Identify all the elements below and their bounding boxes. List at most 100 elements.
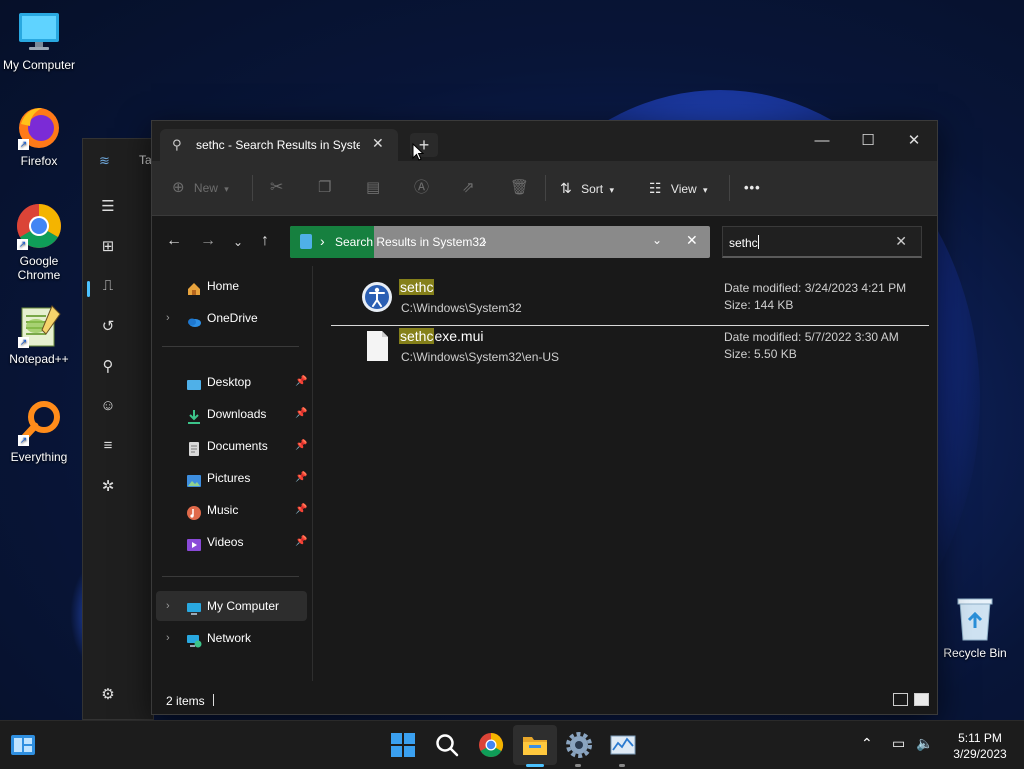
expand-chevron-icon[interactable]: › — [166, 303, 170, 333]
address-path[interactable]: Search Results in System32 — [335, 235, 486, 249]
pin-icon[interactable]: 📌 — [295, 527, 307, 557]
results-list: sethc C:\Windows\System32 Date modified:… — [313, 266, 937, 681]
more-options-button[interactable]: ••• — [744, 176, 761, 200]
large-icons-view-icon[interactable] — [914, 693, 929, 706]
chrome-icon[interactable] — [477, 731, 505, 759]
history-icon[interactable]: ↺ — [83, 317, 133, 335]
desktop-icon-everything[interactable]: ↗ Everything — [0, 400, 78, 464]
startup-icon[interactable]: ⚲ — [83, 357, 133, 375]
desktop-icon-chrome[interactable]: ↗ Google Chrome — [0, 202, 78, 282]
sidebar-item-pictures[interactable]: Pictures 📌 — [156, 463, 307, 493]
sidebar-item-label: Pictures — [207, 471, 251, 485]
background-window[interactable]: ≋ Ta ☰ ⊞ ⎍ ↺ ⚲ ☺ ≡ ✲ ⚙ — [82, 138, 154, 720]
forward-arrow-icon[interactable]: → — [200, 232, 216, 250]
pin-icon[interactable]: 📌 — [295, 463, 307, 493]
users-icon[interactable]: ☺ — [83, 397, 133, 414]
address-dropdown-icon[interactable]: ⌄ — [652, 233, 662, 247]
performance-icon[interactable]: ⎍ — [83, 277, 133, 294]
videos-icon — [186, 534, 202, 551]
breadcrumb-chevron-icon: › — [320, 233, 325, 249]
settings-gear-icon[interactable] — [565, 731, 593, 759]
network-monitor-icon[interactable]: ▭ — [892, 735, 905, 752]
rename-icon[interactable]: Ⓐ — [414, 176, 429, 200]
delete-icon[interactable]: 🗑 — [510, 176, 529, 200]
show-hidden-icons-chevron-icon[interactable]: ⌃ — [861, 735, 873, 752]
view-list-icon: ☷ — [649, 180, 662, 196]
widgets-icon[interactable] — [9, 731, 37, 759]
desktop-icon-recycle-bin[interactable]: Recycle Bin — [936, 596, 1014, 660]
title-bar[interactable]: ⚲ sethc - Search Results in Syste ✕ + — … — [152, 121, 937, 161]
hamburger-menu-icon[interactable]: ☰ — [83, 197, 133, 215]
pin-icon[interactable]: 📌 — [295, 431, 307, 461]
tab-close-icon[interactable]: ✕ — [372, 135, 384, 152]
clear-search-icon[interactable]: ✕ — [895, 233, 907, 250]
sidebar-separator — [162, 576, 299, 577]
up-arrow-icon[interactable]: ↑ — [261, 232, 269, 250]
sidebar-item-onedrive[interactable]: › OneDrive — [156, 303, 307, 333]
paste-icon[interactable]: ▤ — [366, 176, 380, 200]
sidebar-item-desktop[interactable]: Desktop 📌 — [156, 367, 307, 397]
shortcut-arrow-icon: ↗ — [18, 139, 29, 150]
details-icon[interactable]: ≡ — [83, 437, 133, 454]
back-arrow-icon[interactable]: ← — [166, 232, 182, 250]
document-icon — [186, 438, 202, 456]
close-button[interactable]: ✕ — [891, 127, 937, 155]
search-icon[interactable] — [433, 731, 461, 759]
sidebar-item-my-computer[interactable]: › My Computer — [156, 591, 307, 621]
desktop-icon-notepadpp[interactable]: ↗ Notepad++ — [0, 304, 78, 366]
status-bar: 2 items — [152, 682, 937, 714]
sidebar-item-downloads[interactable]: Downloads 📌 — [156, 399, 307, 429]
file-meta: Date modified: 3/24/2023 4:21 PM Size: 1… — [724, 280, 906, 314]
file-path: C:\Windows\System32 — [401, 301, 522, 315]
magnifier-orange-icon: ↗ — [16, 400, 62, 446]
pin-icon[interactable]: 📌 — [295, 495, 307, 525]
mouse-cursor-icon — [412, 143, 424, 161]
stop-search-icon[interactable]: ✕ — [686, 232, 698, 249]
file-explorer-window[interactable]: ⚲ sethc - Search Results in Syste ✕ + — … — [151, 120, 938, 715]
sidebar-item-home[interactable]: Home — [156, 271, 307, 301]
plus-circle-icon: ⊕ — [172, 179, 185, 196]
breadcrumb-chevron-icon[interactable]: › — [482, 233, 487, 249]
view-button[interactable]: ☷ View ▾ — [649, 176, 708, 200]
file-explorer-icon[interactable] — [521, 731, 549, 759]
address-bar[interactable]: › Search Results in System32 › ⌄ ✕ — [290, 226, 710, 258]
details-view-icon[interactable] — [893, 693, 908, 706]
sidebar-item-network[interactable]: › Network — [156, 623, 307, 653]
speaker-icon[interactable]: 🔈 — [916, 735, 933, 752]
copy-icon[interactable]: ❐ — [318, 176, 331, 200]
sidebar-item-documents[interactable]: Documents 📌 — [156, 431, 307, 461]
recent-locations-chevron-icon[interactable]: ⌄ — [233, 235, 243, 249]
processes-icon[interactable]: ⊞ — [83, 237, 133, 255]
file-size: Size: 5.50 KB — [724, 347, 797, 361]
home-icon — [186, 278, 202, 295]
desktop-icon-my-computer[interactable]: My Computer — [0, 10, 78, 72]
pin-icon[interactable]: 📌 — [295, 367, 307, 397]
sort-icon: ⇅ — [560, 180, 572, 196]
share-icon[interactable]: ⇗ — [462, 176, 475, 200]
list-item[interactable]: sethcexe.mui C:\Windows\System32\en-US D… — [331, 323, 927, 369]
sort-button[interactable]: ⇅ Sort ▾ — [560, 176, 614, 200]
sidebar-item-music[interactable]: Music 📌 — [156, 495, 307, 525]
chrome-icon: ↗ — [15, 202, 63, 250]
task-manager-icon[interactable] — [609, 731, 637, 759]
minimize-button[interactable]: — — [799, 127, 845, 155]
desktop-icon-label: Notepad++ — [9, 352, 69, 366]
search-box[interactable]: sethc ✕ — [722, 226, 922, 258]
cut-icon[interactable]: ✂ — [270, 176, 283, 200]
tab-search-results[interactable]: ⚲ sethc - Search Results in Syste ✕ — [160, 129, 398, 161]
monitor-icon — [17, 10, 61, 54]
expand-chevron-icon[interactable]: › — [166, 591, 170, 621]
file-name-match: sethc — [399, 328, 435, 344]
start-windows-icon[interactable] — [389, 731, 417, 759]
desktop-icon-firefox[interactable]: ↗ Firefox — [0, 104, 78, 168]
expand-chevron-icon[interactable]: › — [166, 623, 170, 653]
settings-gear-icon[interactable]: ⚙ — [83, 685, 133, 703]
pin-icon[interactable]: 📌 — [295, 399, 307, 429]
system-clock[interactable]: 5:11 PM 3/29/2023 — [948, 730, 1012, 762]
new-button[interactable]: ⊕ New ▾ — [172, 176, 229, 200]
services-icon[interactable]: ✲ — [83, 477, 133, 495]
maximize-button[interactable]: ☐ — [845, 127, 891, 155]
list-item[interactable]: sethc C:\Windows\System32 Date modified:… — [331, 274, 927, 320]
search-input[interactable]: sethc — [729, 235, 759, 250]
sidebar-item-videos[interactable]: Videos 📌 — [156, 527, 307, 557]
